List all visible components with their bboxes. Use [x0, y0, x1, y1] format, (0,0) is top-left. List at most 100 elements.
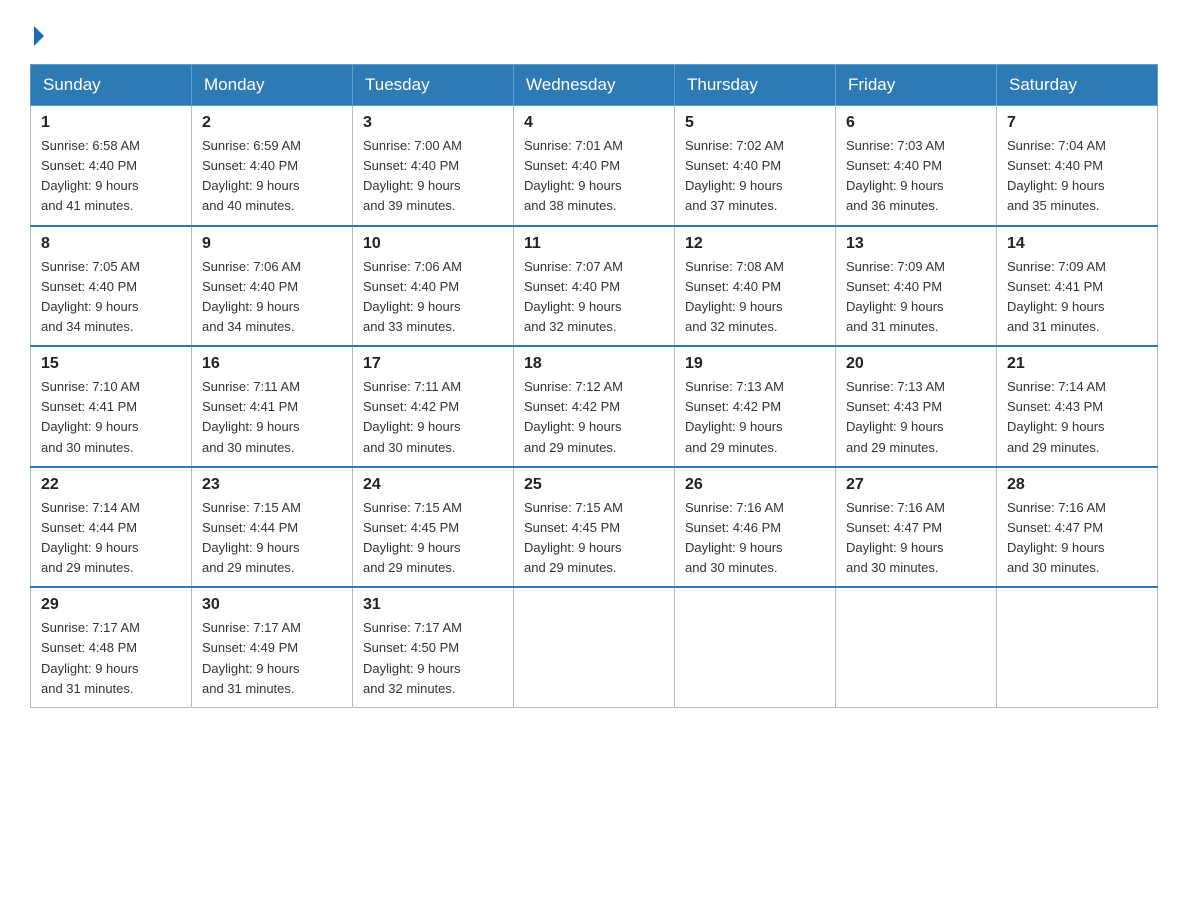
- day-info: Sunrise: 7:13 AMSunset: 4:42 PMDaylight:…: [685, 377, 825, 458]
- calendar-cell: 29 Sunrise: 7:17 AMSunset: 4:48 PMDayligh…: [31, 587, 192, 707]
- day-info: Sunrise: 7:13 AMSunset: 4:43 PMDaylight:…: [846, 377, 986, 458]
- day-info: Sunrise: 7:17 AMSunset: 4:49 PMDaylight:…: [202, 618, 342, 699]
- day-info: Sunrise: 7:14 AMSunset: 4:44 PMDaylight:…: [41, 498, 181, 579]
- day-info: Sunrise: 7:16 AMSunset: 4:47 PMDaylight:…: [846, 498, 986, 579]
- calendar-cell: 8Sunrise: 7:05 AMSunset: 4:40 PMDaylight…: [31, 226, 192, 347]
- calendar-cell: 15 Sunrise: 7:10 AMSunset: 4:41 PMDayligh…: [31, 346, 192, 467]
- column-header-monday: Monday: [192, 65, 353, 106]
- calendar-cell: [836, 587, 997, 707]
- day-number: 9: [202, 235, 342, 253]
- day-info: Sunrise: 7:03 AMSunset: 4:40 PMDaylight:…: [846, 136, 986, 217]
- day-number: 15: [41, 355, 181, 373]
- day-number: 20: [846, 355, 986, 373]
- day-number: 29: [41, 596, 181, 614]
- week-row-4: 22 Sunrise: 7:14 AMSunset: 4:44 PMDayligh…: [31, 467, 1158, 588]
- day-info: Sunrise: 7:06 AMSunset: 4:40 PMDaylight:…: [363, 257, 503, 338]
- calendar-cell: 23Sunrise: 7:15 AMSunset: 4:44 PMDayligh…: [192, 467, 353, 588]
- logo-arrow-icon: [34, 26, 44, 46]
- day-info: Sunrise: 7:11 AMSunset: 4:42 PMDaylight:…: [363, 377, 503, 458]
- day-number: 5: [685, 114, 825, 132]
- day-info: Sunrise: 7:14 AMSunset: 4:43 PMDaylight:…: [1007, 377, 1147, 458]
- calendar-cell: 20 Sunrise: 7:13 AMSunset: 4:43 PMDayligh…: [836, 346, 997, 467]
- calendar-cell: 21 Sunrise: 7:14 AMSunset: 4:43 PMDayligh…: [997, 346, 1158, 467]
- column-header-sunday: Sunday: [31, 65, 192, 106]
- day-info: Sunrise: 7:04 AMSunset: 4:40 PMDaylight:…: [1007, 136, 1147, 217]
- day-number: 16: [202, 355, 342, 373]
- day-number: 19: [685, 355, 825, 373]
- day-number: 18: [524, 355, 664, 373]
- day-info: Sunrise: 7:02 AMSunset: 4:40 PMDaylight:…: [685, 136, 825, 217]
- calendar-cell: 9 Sunrise: 7:06 AMSunset: 4:40 PMDaylight…: [192, 226, 353, 347]
- day-number: 30: [202, 596, 342, 614]
- day-number: 12: [685, 235, 825, 253]
- calendar-cell: [997, 587, 1158, 707]
- calendar-cell: 18 Sunrise: 7:12 AMSunset: 4:42 PMDayligh…: [514, 346, 675, 467]
- day-info: Sunrise: 7:10 AMSunset: 4:41 PMDaylight:…: [41, 377, 181, 458]
- day-info: Sunrise: 6:59 AMSunset: 4:40 PMDaylight:…: [202, 136, 342, 217]
- day-number: 14: [1007, 235, 1147, 253]
- calendar-cell: 3 Sunrise: 7:00 AMSunset: 4:40 PMDaylight…: [353, 106, 514, 226]
- day-info: Sunrise: 7:08 AMSunset: 4:40 PMDaylight:…: [685, 257, 825, 338]
- day-number: 17: [363, 355, 503, 373]
- day-info: Sunrise: 6:58 AMSunset: 4:40 PMDaylight:…: [41, 136, 181, 217]
- day-number: 3: [363, 114, 503, 132]
- week-row-5: 29 Sunrise: 7:17 AMSunset: 4:48 PMDayligh…: [31, 587, 1158, 707]
- day-number: 28: [1007, 476, 1147, 494]
- calendar-table: SundayMondayTuesdayWednesdayThursdayFrid…: [30, 64, 1158, 708]
- day-number: 24: [363, 476, 503, 494]
- calendar-cell: 17 Sunrise: 7:11 AMSunset: 4:42 PMDayligh…: [353, 346, 514, 467]
- calendar-cell: 24 Sunrise: 7:15 AMSunset: 4:45 PMDayligh…: [353, 467, 514, 588]
- page-header: [30, 20, 1158, 46]
- day-info: Sunrise: 7:17 AMSunset: 4:48 PMDaylight:…: [41, 618, 181, 699]
- week-row-3: 15 Sunrise: 7:10 AMSunset: 4:41 PMDayligh…: [31, 346, 1158, 467]
- day-number: 7: [1007, 114, 1147, 132]
- calendar-cell: 6 Sunrise: 7:03 AMSunset: 4:40 PMDaylight…: [836, 106, 997, 226]
- day-info: Sunrise: 7:11 AMSunset: 4:41 PMDaylight:…: [202, 377, 342, 458]
- day-number: 1: [41, 114, 181, 132]
- column-header-wednesday: Wednesday: [514, 65, 675, 106]
- calendar-cell: 22 Sunrise: 7:14 AMSunset: 4:44 PMDayligh…: [31, 467, 192, 588]
- day-number: 27: [846, 476, 986, 494]
- week-row-2: 8Sunrise: 7:05 AMSunset: 4:40 PMDaylight…: [31, 226, 1158, 347]
- day-info: Sunrise: 7:09 AMSunset: 4:41 PMDaylight:…: [1007, 257, 1147, 338]
- calendar-cell: 5 Sunrise: 7:02 AMSunset: 4:40 PMDaylight…: [675, 106, 836, 226]
- day-info: Sunrise: 7:16 AMSunset: 4:47 PMDaylight:…: [1007, 498, 1147, 579]
- column-header-saturday: Saturday: [997, 65, 1158, 106]
- day-number: 26: [685, 476, 825, 494]
- day-info: Sunrise: 7:09 AMSunset: 4:40 PMDaylight:…: [846, 257, 986, 338]
- logo-blue-text: [30, 26, 44, 46]
- day-number: 21: [1007, 355, 1147, 373]
- day-number: 2: [202, 114, 342, 132]
- day-number: 6: [846, 114, 986, 132]
- week-row-1: 1 Sunrise: 6:58 AMSunset: 4:40 PMDaylight…: [31, 106, 1158, 226]
- calendar-cell: 10Sunrise: 7:06 AMSunset: 4:40 PMDayligh…: [353, 226, 514, 347]
- column-header-friday: Friday: [836, 65, 997, 106]
- calendar-cell: 30 Sunrise: 7:17 AMSunset: 4:49 PMDayligh…: [192, 587, 353, 707]
- day-info: Sunrise: 7:15 AMSunset: 4:45 PMDaylight:…: [363, 498, 503, 579]
- day-info: Sunrise: 7:16 AMSunset: 4:46 PMDaylight:…: [685, 498, 825, 579]
- day-info: Sunrise: 7:12 AMSunset: 4:42 PMDaylight:…: [524, 377, 664, 458]
- day-info: Sunrise: 7:07 AMSunset: 4:40 PMDaylight:…: [524, 257, 664, 338]
- calendar-cell: 31Sunrise: 7:17 AMSunset: 4:50 PMDayligh…: [353, 587, 514, 707]
- calendar-cell: 25 Sunrise: 7:15 AMSunset: 4:45 PMDayligh…: [514, 467, 675, 588]
- day-number: 22: [41, 476, 181, 494]
- calendar-cell: 2 Sunrise: 6:59 AMSunset: 4:40 PMDaylight…: [192, 106, 353, 226]
- calendar-cell: 16 Sunrise: 7:11 AMSunset: 4:41 PMDayligh…: [192, 346, 353, 467]
- day-info: Sunrise: 7:15 AMSunset: 4:45 PMDaylight:…: [524, 498, 664, 579]
- calendar-cell: 12 Sunrise: 7:08 AMSunset: 4:40 PMDayligh…: [675, 226, 836, 347]
- calendar-cell: 28 Sunrise: 7:16 AMSunset: 4:47 PMDayligh…: [997, 467, 1158, 588]
- day-info: Sunrise: 7:15 AMSunset: 4:44 PMDaylight:…: [202, 498, 342, 579]
- day-number: 13: [846, 235, 986, 253]
- calendar-cell: 7 Sunrise: 7:04 AMSunset: 4:40 PMDaylight…: [997, 106, 1158, 226]
- calendar-cell: 27 Sunrise: 7:16 AMSunset: 4:47 PMDayligh…: [836, 467, 997, 588]
- day-info: Sunrise: 7:17 AMSunset: 4:50 PMDaylight:…: [363, 618, 503, 699]
- day-number: 25: [524, 476, 664, 494]
- calendar-cell: 13 Sunrise: 7:09 AMSunset: 4:40 PMDayligh…: [836, 226, 997, 347]
- day-number: 4: [524, 114, 664, 132]
- day-info: Sunrise: 7:06 AMSunset: 4:40 PMDaylight:…: [202, 257, 342, 338]
- column-header-tuesday: Tuesday: [353, 65, 514, 106]
- calendar-cell: 11Sunrise: 7:07 AMSunset: 4:40 PMDayligh…: [514, 226, 675, 347]
- calendar-cell: 4 Sunrise: 7:01 AMSunset: 4:40 PMDaylight…: [514, 106, 675, 226]
- day-info: Sunrise: 7:00 AMSunset: 4:40 PMDaylight:…: [363, 136, 503, 217]
- day-info: Sunrise: 7:01 AMSunset: 4:40 PMDaylight:…: [524, 136, 664, 217]
